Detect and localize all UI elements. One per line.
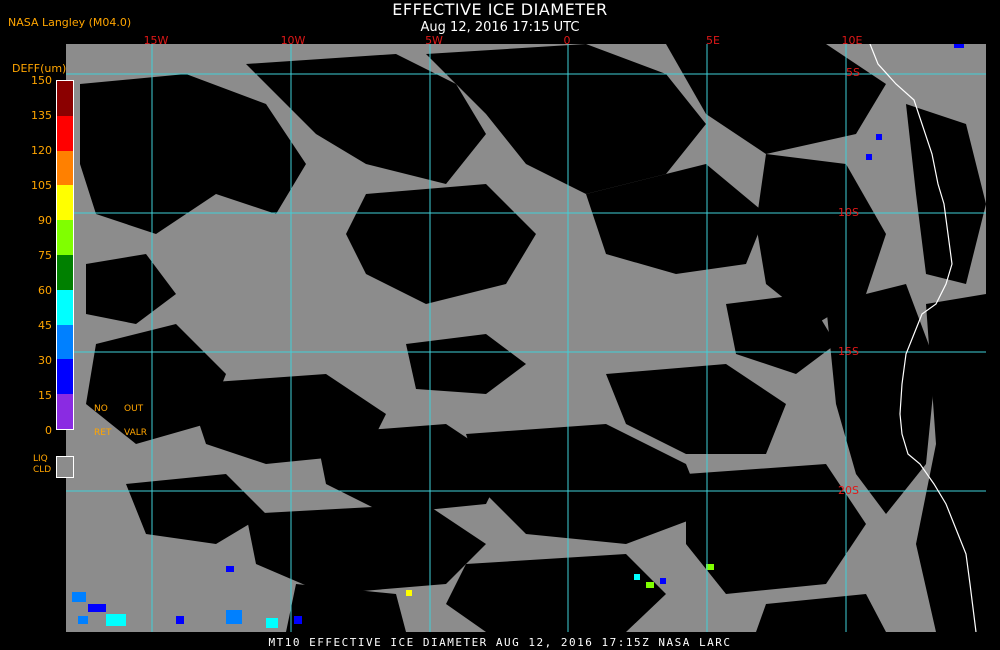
latitude-label: 5S — [846, 66, 860, 79]
footer-caption: MT10 EFFECTIVE ICE DIAMETER AUG 12, 2016… — [268, 636, 732, 649]
longitude-label: 5W — [425, 34, 443, 47]
colorbar-segment — [57, 254, 73, 290]
colorbar-tick: 90 — [38, 214, 52, 227]
colorbar-segment — [57, 115, 73, 151]
colorbar-segment — [57, 150, 73, 186]
colorbar-segment — [57, 289, 73, 325]
longitude-label: 10W — [280, 34, 306, 47]
colorbar-tick: 150 — [31, 74, 52, 87]
colorbar-segment — [57, 324, 73, 360]
longitude-label: 5E — [706, 34, 720, 47]
latitude-label: 10S — [838, 206, 859, 219]
colorbar-tick: 0 — [45, 424, 52, 437]
colorbar-tick: 105 — [31, 179, 52, 192]
liq-cld-label: LIQ — [33, 454, 48, 464]
colorbar-segment — [57, 394, 73, 429]
colorbar-segment — [57, 81, 73, 116]
longitude-label: 15W — [143, 34, 169, 47]
longitude-label: 10E — [841, 34, 863, 47]
colorbar-tick: 15 — [38, 389, 52, 402]
page-title: EFFECTIVE ICE DIAMETER — [392, 0, 608, 19]
liq-cld-label: CLD — [33, 465, 52, 475]
colorbar-tick: 30 — [38, 354, 52, 367]
colorbar-tick: 45 — [38, 319, 52, 332]
liq-cld-swatch — [56, 456, 74, 478]
colorbar-tick: 120 — [31, 144, 52, 157]
colorbar-tick: 60 — [38, 284, 52, 297]
no-ret-label: NO — [94, 404, 108, 414]
colorbar-tick: 75 — [38, 249, 52, 262]
colorbar-tick: 135 — [31, 109, 52, 122]
colorbar-segment — [57, 359, 73, 395]
colorbar-segment — [57, 185, 73, 221]
out-valr-label: VALR — [124, 428, 148, 438]
latitude-label: 15S — [838, 345, 859, 358]
longitude-label: 0 — [563, 34, 571, 47]
colorbar — [56, 80, 74, 430]
timestamp-subtitle: Aug 12, 2016 17:15 UTC — [420, 20, 580, 35]
colorbar-segment — [57, 220, 73, 255]
satellite-map — [66, 44, 986, 632]
latitude-label: 20S — [838, 484, 859, 497]
no-ret-label: RET — [94, 428, 112, 438]
out-valr-label: OUT — [124, 404, 144, 414]
